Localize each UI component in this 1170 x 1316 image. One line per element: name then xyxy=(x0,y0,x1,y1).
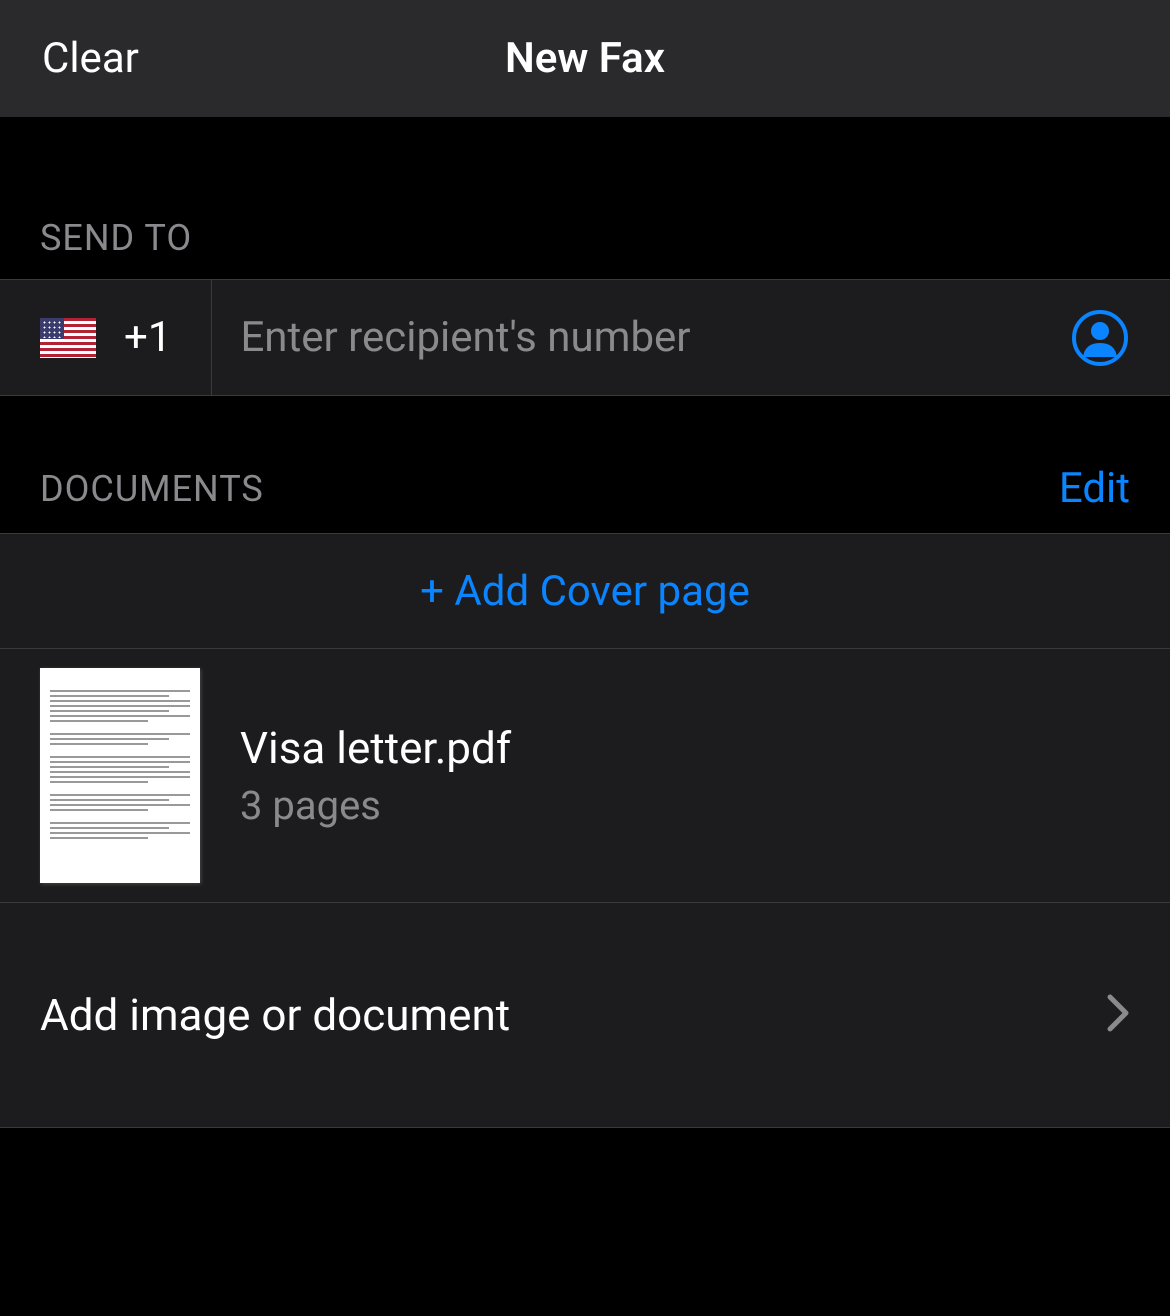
dial-code: +1 xyxy=(124,313,171,362)
document-info: Visa letter.pdf 3 pages xyxy=(240,722,511,829)
documents-header: DOCUMENTS Edit xyxy=(0,396,1170,533)
us-flag-icon xyxy=(40,318,96,358)
clear-button[interactable]: Clear xyxy=(42,34,139,83)
contact-icon xyxy=(1071,309,1129,367)
add-doc-label: Add image or document xyxy=(40,989,510,1041)
header-bar: Clear New Fax xyxy=(0,0,1170,117)
add-cover-label: + Add Cover page xyxy=(420,567,750,616)
page-title: New Fax xyxy=(505,34,665,83)
documents-label: DOCUMENTS xyxy=(40,468,264,510)
add-image-or-document-button[interactable]: Add image or document xyxy=(0,903,1170,1128)
send-to-label: SEND TO xyxy=(0,217,1170,259)
pick-contact-button[interactable] xyxy=(1070,308,1130,368)
country-code-selector[interactable]: +1 xyxy=(0,280,212,395)
edit-button[interactable]: Edit xyxy=(1059,464,1130,513)
document-item[interactable]: Visa letter.pdf 3 pages xyxy=(0,648,1170,903)
send-to-section: SEND TO xyxy=(0,117,1170,279)
document-name: Visa letter.pdf xyxy=(240,722,511,774)
document-pages: 3 pages xyxy=(240,782,511,829)
document-thumbnail xyxy=(40,668,200,883)
add-cover-page-button[interactable]: + Add Cover page xyxy=(0,533,1170,648)
recipient-row: +1 xyxy=(0,279,1170,396)
recipient-number-input[interactable] xyxy=(212,280,1070,395)
chevron-right-icon xyxy=(1106,993,1130,1037)
